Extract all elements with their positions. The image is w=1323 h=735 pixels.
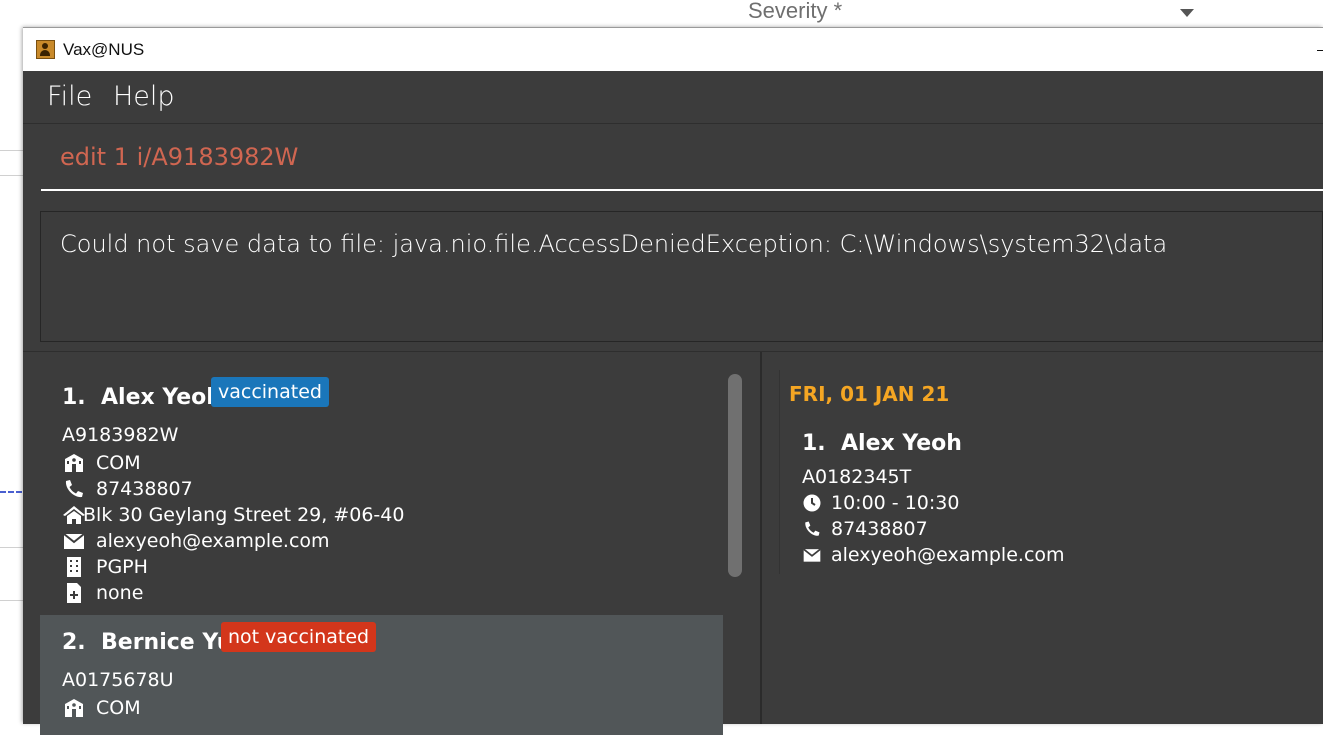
menu-help[interactable]: Help [113,81,175,112]
minimize-icon[interactable] [1317,50,1323,51]
school-icon [62,453,86,473]
appointment-card[interactable]: FRI, 01 JAN 21 1. Alex Yeoh A0182345T 10… [779,370,1323,574]
menu-bar: File Help [23,71,1323,124]
student-name-text: Bernice Yu [101,630,233,655]
residence-text: PGPH [96,556,148,578]
medical-row: none [62,582,143,604]
severity-label: Severity * [748,0,843,23]
envelope-icon [62,531,86,551]
window-title: Vax@NUS [63,40,145,59]
address-text: Blk 30 Geylang Street 29, #06-40 [83,504,405,526]
student-name: 2. Bernice Yu [62,630,232,655]
faculty-row: COM [62,697,141,719]
menu-file[interactable]: File [47,81,92,112]
residence-row: PGPH [62,556,148,578]
student-index: 2. [62,630,86,655]
appointment-phone-text: 87438807 [831,518,928,540]
medical-file-icon [62,583,86,603]
result-message: Could not save data to file: java.nio.fi… [60,230,1168,258]
home-icon [62,505,86,525]
divider [0,175,23,176]
chevron-down-icon[interactable] [1180,9,1194,17]
content-area: 1. Alex Yeoh vaccinated A9183982W COM 87… [23,351,1323,735]
dashed-connector [0,491,22,493]
student-id-text: A9183982W [62,424,179,446]
faculty-row: COM [62,452,141,474]
appointment-name-text: Alex Yeoh [841,431,962,456]
address-row: Blk 30 Geylang Street 29, #06-40 [62,504,404,526]
appointment-time-text: 10:00 - 10:30 [831,492,960,514]
appointment-phone-row: 87438807 [802,518,928,540]
phone-row: 87438807 [62,478,193,500]
medical-text: none [96,582,144,604]
divider [0,600,23,601]
list-item[interactable]: 1. Alex Yeoh vaccinated A9183982W COM 87… [40,370,723,615]
appointment-name: 1. Alex Yeoh [802,431,962,456]
clock-icon [802,493,822,513]
app-window: Vax@NUS File Help Could not save data to… [23,27,1323,735]
appointment-id-text: A0182345T [802,466,912,488]
appointment-time-row: 10:00 - 10:30 [802,492,959,514]
appointment-email-row: alexyeoh@example.com [802,544,1065,566]
student-id: A0175678U [62,669,174,691]
command-box [23,125,1323,201]
student-name: 1. Alex Yeoh [62,385,222,410]
student-index: 1. [62,385,86,410]
status-badge: not vaccinated [221,622,377,652]
result-display: Could not save data to file: java.nio.fi… [40,211,1323,342]
phone-icon [802,519,822,539]
status-badge: vaccinated [211,377,329,407]
email-text: alexyeoh@example.com [96,530,330,552]
faculty-text: COM [96,697,141,719]
list-scrollbar[interactable] [728,374,742,577]
appointment-index: 1. [802,431,826,456]
appointment-date: FRI, 01 JAN 21 [789,382,950,406]
envelope-icon [802,545,822,565]
email-row: alexyeoh@example.com [62,530,330,552]
student-list: 1. Alex Yeoh vaccinated A9183982W COM 87… [23,352,762,735]
phone-text: 87438807 [96,478,193,500]
appointment-email-text: alexyeoh@example.com [831,544,1065,566]
phone-icon [62,479,86,499]
divider [0,150,23,151]
faculty-text: COM [96,452,141,474]
student-name-text: Alex Yeoh [101,385,222,410]
divider [0,547,23,548]
command-input[interactable] [41,125,1323,191]
title-bar[interactable]: Vax@NUS [23,27,1323,71]
school-icon [62,698,86,718]
appointment-list: FRI, 01 JAN 21 1. Alex Yeoh A0182345T 10… [764,352,1323,724]
building-icon [62,557,86,577]
app-icon [36,40,55,59]
appointment-id: A0182345T [802,466,911,488]
student-id-text: A0175678U [62,669,174,691]
student-id: A9183982W [62,424,178,446]
list-item[interactable]: 2. Bernice Yu not vaccinated A0175678U C… [40,615,723,735]
